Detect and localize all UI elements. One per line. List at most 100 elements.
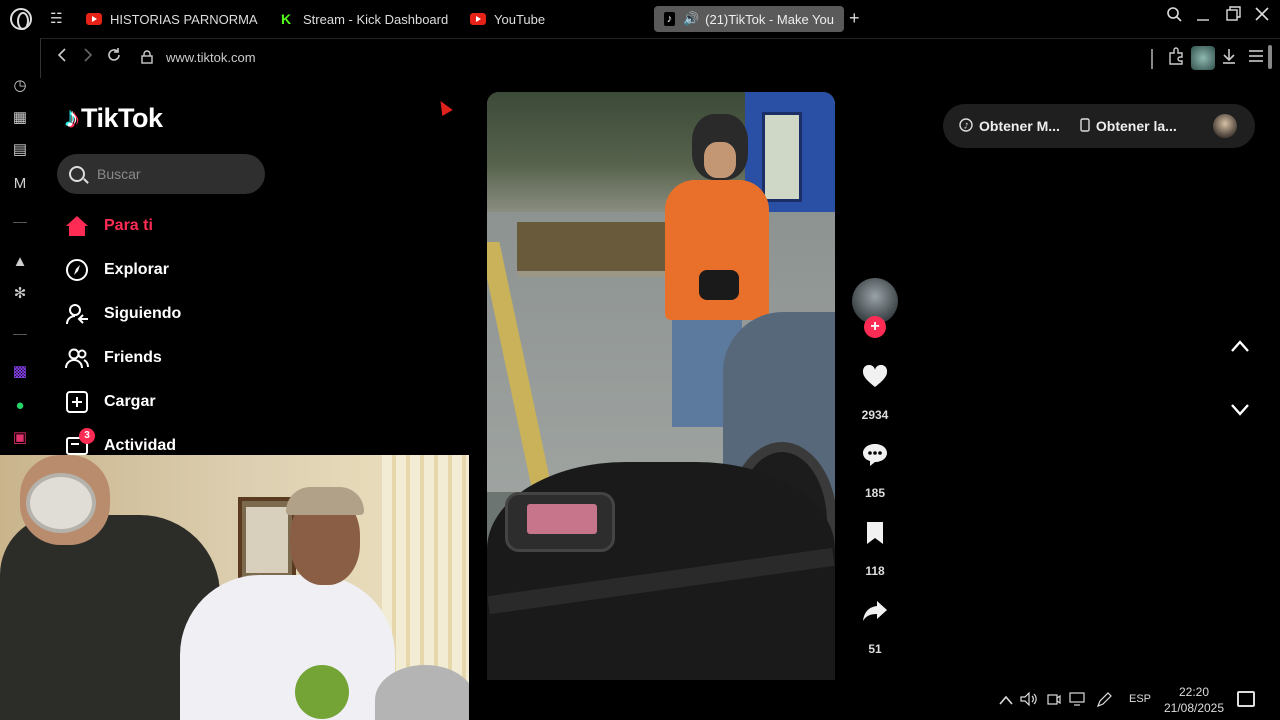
browser-tab-strip: ☵ HISTORIAS PARNORMALE K Stream - Kick D… — [0, 0, 1280, 38]
reload-button[interactable] — [106, 47, 122, 68]
tab-kick-dashboard[interactable]: K Stream - Kick Dashboard — [281, 6, 461, 32]
get-mobile-app-label: Obtener la... — [1095, 118, 1177, 134]
previous-video-button[interactable] — [1226, 332, 1254, 360]
chevron-up-icon[interactable] — [999, 692, 1013, 708]
chatgpt-icon[interactable]: ✻ — [10, 284, 30, 304]
whatsapp-icon[interactable]: ● — [10, 396, 30, 416]
speed-dial-icon[interactable]: ◷ — [10, 76, 30, 96]
taskbar: ESP 22:20 21/08/2025 — [469, 680, 1280, 720]
clock-time: 22:20 — [1178, 685, 1210, 699]
youtube-icon — [470, 13, 486, 25]
heart-icon[interactable] — [860, 362, 890, 392]
lock-icon[interactable] — [141, 50, 153, 67]
follow-button[interactable]: + — [864, 316, 886, 338]
webcam-overlay — [0, 455, 469, 720]
sidebar-divider — [13, 222, 27, 223]
sidebar-divider — [13, 334, 27, 335]
nav-label: Cargar — [104, 393, 156, 410]
home-icon — [65, 214, 89, 238]
comment-icon[interactable] — [860, 440, 890, 470]
nav-label: Explorar — [104, 261, 169, 278]
nav-item-explorar[interactable]: Explorar — [65, 255, 169, 285]
tiktok-note-icon: ♪ — [65, 102, 79, 133]
search-tabs-icon[interactable] — [1166, 6, 1182, 27]
easy-setup-icon[interactable] — [1247, 47, 1265, 70]
webcam-person-right — [180, 575, 395, 720]
tab-label: Stream - Kick Dashboard — [303, 11, 449, 27]
profile-icon[interactable] — [1191, 46, 1215, 70]
meet-now-icon[interactable] — [1047, 692, 1061, 709]
nav-label: Siguiendo — [104, 305, 182, 322]
video-player[interactable] — [487, 92, 835, 680]
search-input[interactable] — [97, 166, 247, 182]
nav-label: Para ti — [104, 217, 153, 234]
spotify-logo-icon — [295, 665, 349, 719]
tab-tiktok[interactable]: ♪ 🔊 (21)TikTok - Make You — [654, 6, 844, 32]
video-person-face — [704, 142, 736, 178]
youtube-icon — [86, 13, 102, 25]
nav-item-cargar[interactable]: Cargar — [65, 387, 156, 417]
svg-text:♪: ♪ — [964, 121, 969, 130]
tiktok-wordmark: TikTok — [81, 102, 163, 133]
extensions-icon[interactable] — [1167, 47, 1185, 70]
restore-button[interactable] — [1225, 6, 1241, 27]
twitch-icon[interactable]: ▩ — [10, 362, 30, 382]
clock[interactable]: 22:20 21/08/2025 — [1159, 684, 1229, 716]
speaker-icon[interactable]: 🔊 — [683, 11, 699, 27]
language-indicator[interactable]: ESP — [1129, 693, 1151, 705]
next-video-button[interactable] — [1226, 396, 1254, 424]
tab-label: (21)TikTok - Make You — [705, 11, 834, 27]
instagram-icon[interactable]: ▣ — [10, 428, 30, 448]
tab-label: YouTube — [494, 11, 546, 27]
clock-date: 21/08/2025 — [1163, 701, 1225, 715]
back-button[interactable] — [55, 47, 69, 68]
webcam-picture — [246, 507, 288, 573]
url-text[interactable]: www.tiktok.com — [166, 50, 256, 65]
gx-control-icon[interactable]: ▦ — [10, 108, 30, 128]
kick-icon: K — [281, 11, 292, 27]
scrollbar[interactable] — [1268, 45, 1272, 69]
tab-label: HISTORIAS PARNORMALE — [110, 11, 258, 27]
minimize-button[interactable] — [1196, 6, 1210, 27]
phone-icon — [1080, 117, 1090, 135]
download-icon[interactable] — [1221, 47, 1237, 70]
notifications-icon[interactable] — [1237, 691, 1255, 707]
nav-item-para-ti[interactable]: Para ti — [65, 211, 153, 241]
tab-youtube[interactable]: YouTube — [470, 6, 570, 32]
address-divider — [1151, 49, 1153, 69]
video-motorcycle-screen — [527, 504, 597, 534]
user-avatar[interactable] — [1213, 114, 1237, 138]
get-desktop-app-button[interactable]: ♪ Obtener M... — [959, 117, 1060, 135]
opera-logo-icon[interactable] — [10, 8, 32, 30]
search-box[interactable] — [57, 154, 265, 194]
tiktok-icon: ♪ — [664, 12, 675, 26]
get-mobile-app-button[interactable]: Obtener la... — [1080, 117, 1177, 135]
tiktok-circle-icon: ♪ — [959, 117, 973, 135]
close-button[interactable] — [1254, 6, 1270, 27]
volume-icon[interactable] — [1020, 691, 1038, 709]
tab-historias[interactable]: HISTORIAS PARNORMALE — [86, 6, 258, 32]
get-desktop-app-label: Obtener M... — [979, 118, 1060, 134]
share-count: 51 — [868, 642, 882, 656]
aria-icon[interactable]: ▲ — [10, 252, 30, 272]
video-window — [762, 112, 802, 202]
forward-button[interactable] — [81, 47, 95, 68]
new-tab-button[interactable]: + — [849, 8, 860, 28]
gx-cleaner-icon[interactable]: ▤ — [10, 140, 30, 160]
video-person-bag — [699, 270, 739, 300]
pen-icon[interactable] — [1096, 692, 1112, 711]
search-icon — [69, 166, 85, 182]
nav-item-siguiendo[interactable]: Siguiendo — [65, 299, 181, 329]
tiktok-logo[interactable]: ♪ TikTok — [65, 102, 163, 134]
network-icon[interactable] — [1069, 692, 1085, 709]
notification-badge: 3 — [79, 428, 95, 444]
share-icon[interactable] — [860, 596, 890, 626]
bookmark-icon[interactable] — [860, 518, 890, 548]
compass-icon — [65, 258, 89, 282]
nav-item-friends[interactable]: Friends — [65, 343, 162, 373]
get-app-bar: ♪ Obtener M... Obtener la... — [943, 104, 1255, 148]
gamepad-icon[interactable]: ☵ — [50, 10, 70, 26]
address-bar: www.tiktok.com — [40, 38, 1280, 78]
music-player-icon[interactable]: M — [10, 174, 30, 194]
following-icon — [65, 302, 89, 326]
